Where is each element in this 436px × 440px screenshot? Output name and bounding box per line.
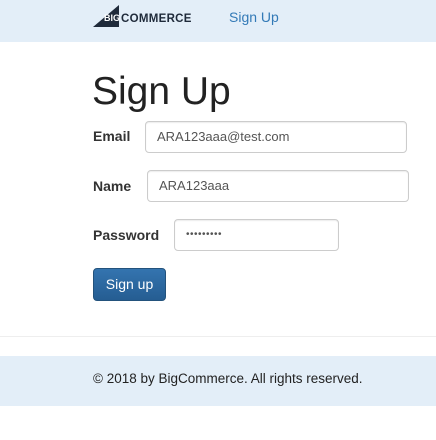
password-field[interactable]: ••••••••• (174, 219, 339, 251)
bigcommerce-logo[interactable]: BIG COMMERCE (93, 5, 192, 31)
email-field[interactable]: ARA123aaa@test.com (145, 121, 407, 153)
password-label: Password (93, 227, 160, 243)
name-label: Name (93, 178, 132, 194)
footer-copyright: © 2018 by BigCommerce. All rights reserv… (93, 371, 363, 386)
divider (0, 336, 436, 337)
logo-mark-icon: BIG (93, 5, 123, 31)
footer: © 2018 by BigCommerce. All rights reserv… (0, 356, 436, 406)
logo-big-text: BIG (104, 13, 121, 23)
email-label: Email (93, 128, 131, 144)
logo-commerce-text: COMMERCE (121, 12, 192, 25)
page-title: Sign Up (92, 70, 231, 113)
navbar: BIG COMMERCE Sign Up (0, 0, 436, 42)
signup-submit-button[interactable]: Sign up (93, 268, 166, 301)
nav-signup-link[interactable]: Sign Up (229, 9, 279, 25)
name-field[interactable]: ARA123aaa (147, 170, 409, 202)
